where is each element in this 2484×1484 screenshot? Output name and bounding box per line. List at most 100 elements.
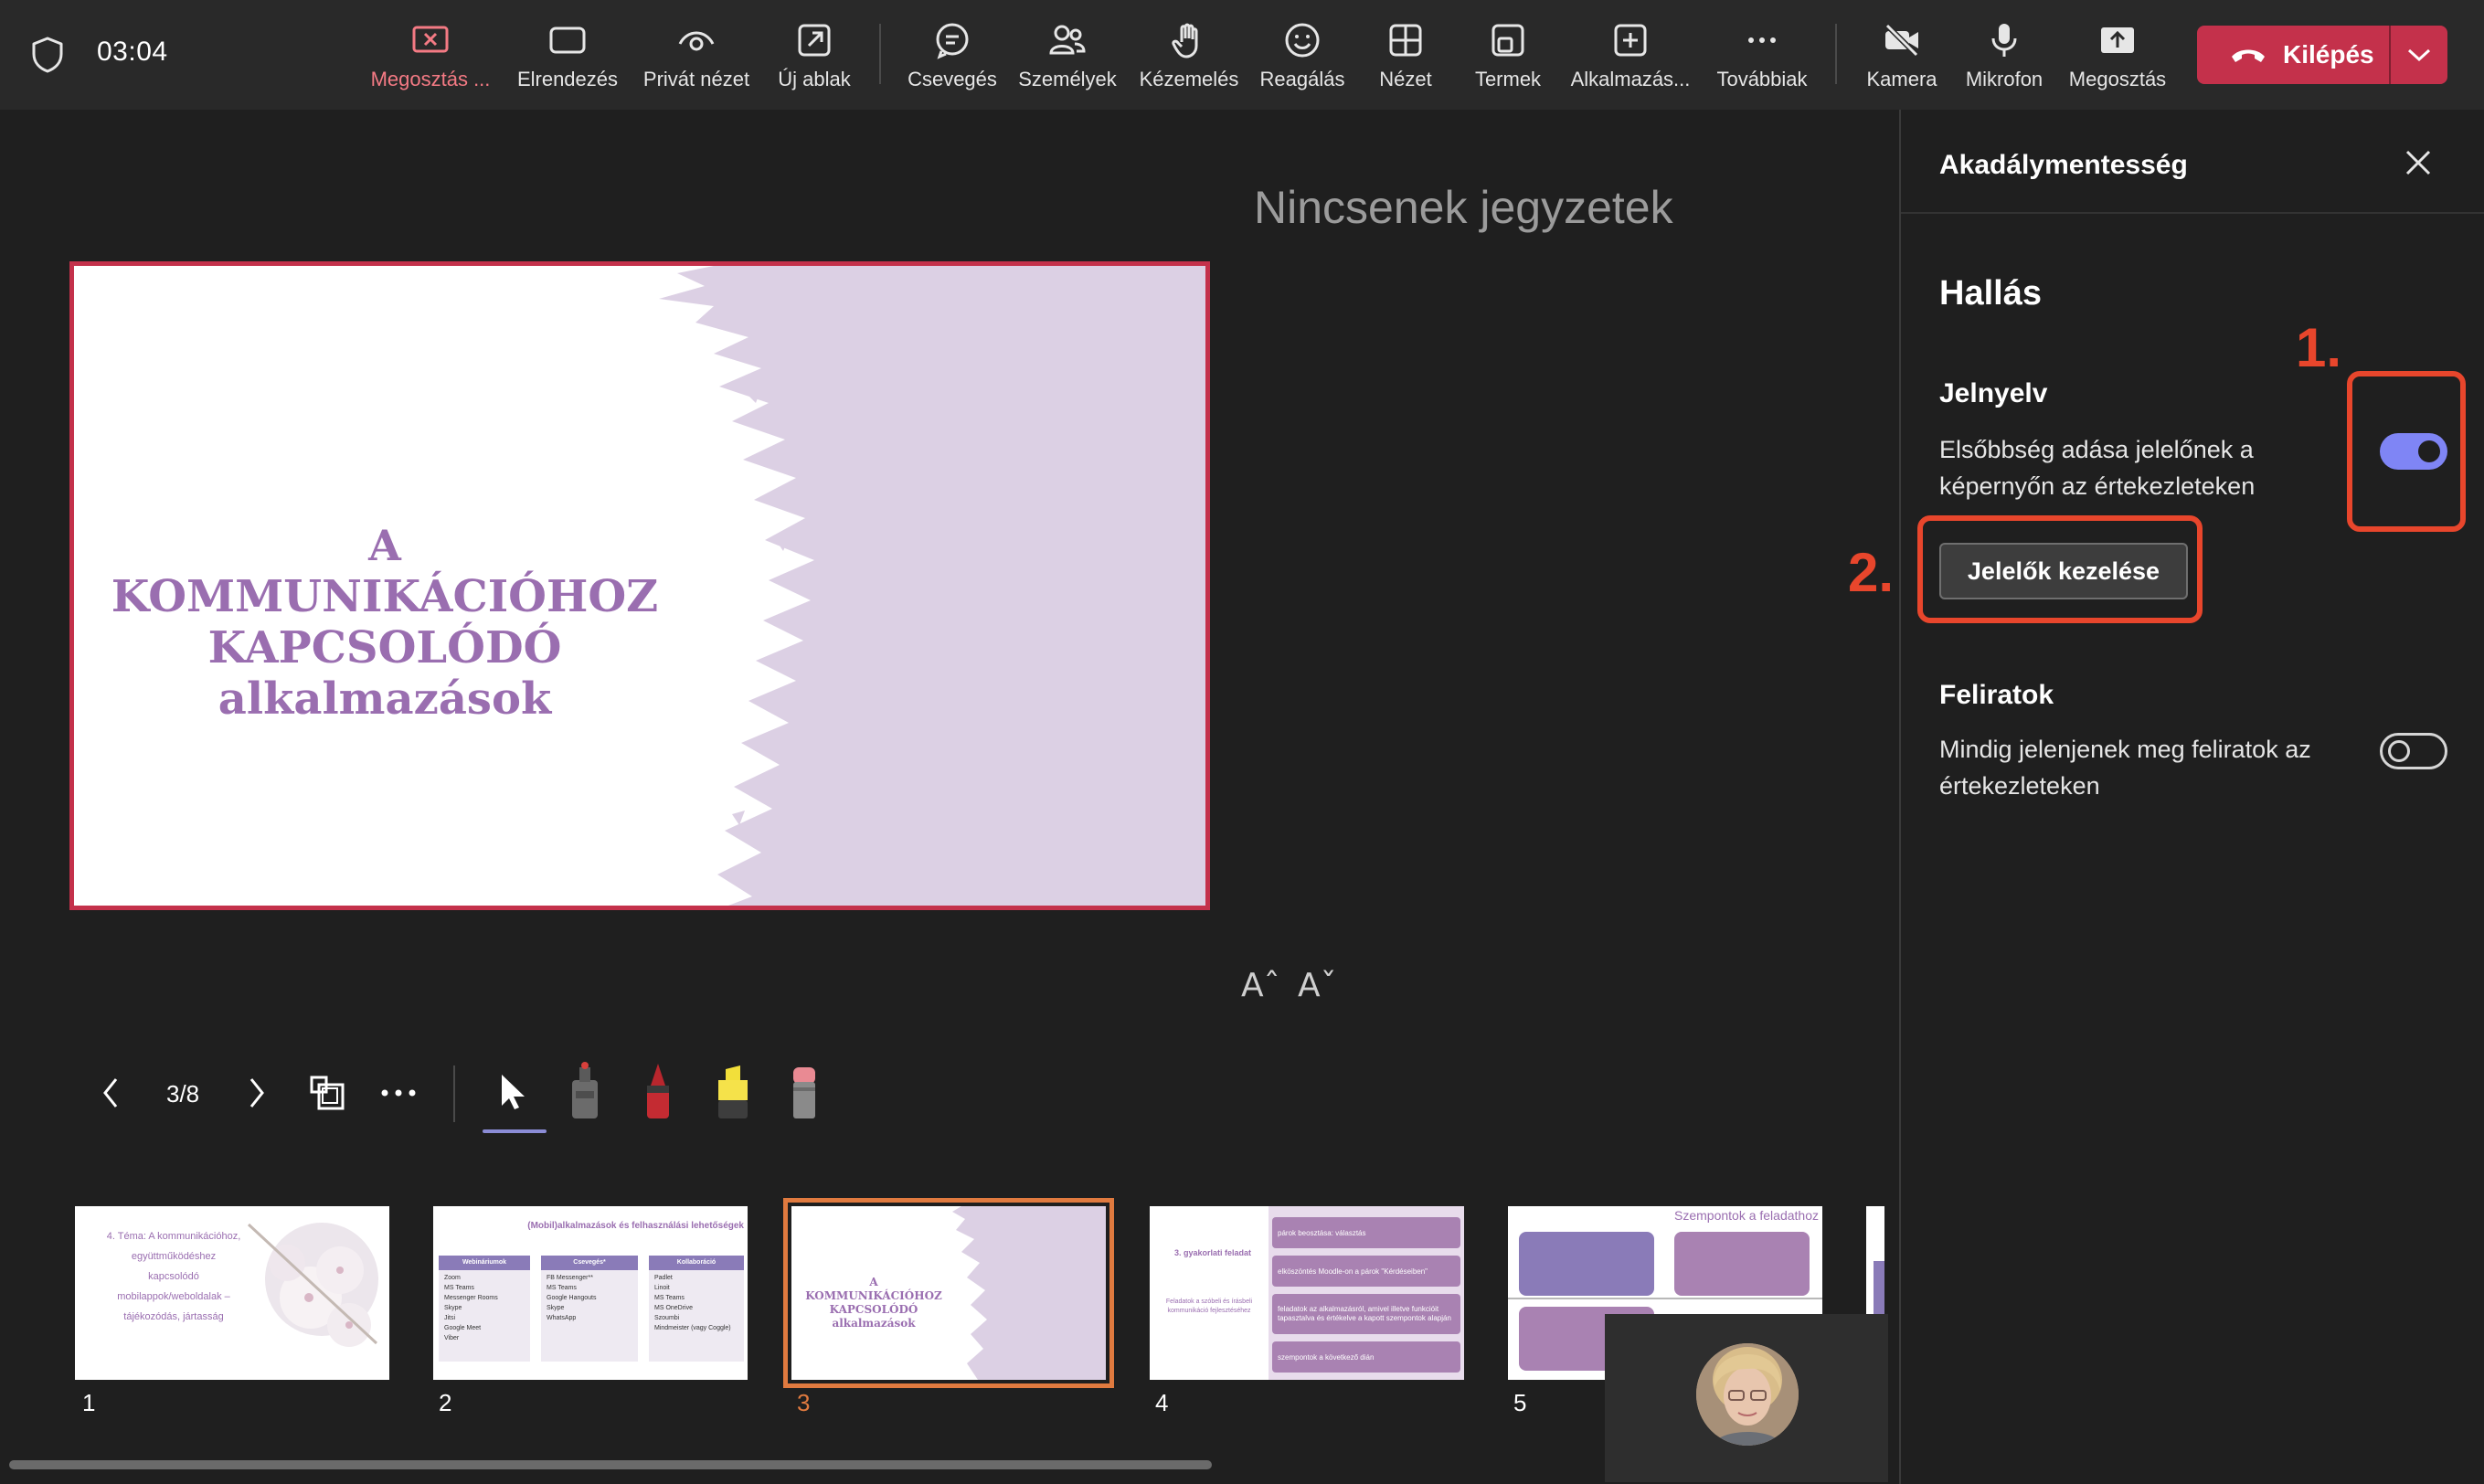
chat-button[interactable]: Csevegés (897, 0, 1007, 110)
camera-button[interactable]: Kamera (1853, 0, 1950, 110)
share-button[interactable]: Megosztás (2058, 0, 2177, 110)
share-icon (2101, 27, 2134, 53)
speaker-notes: Nincsenek jegyzetek (1254, 182, 1673, 233)
stop-sharing-button[interactable]: Megosztás ... (362, 0, 499, 110)
thumbnail-list-item: MS Teams (444, 1285, 474, 1291)
thumbnail-4-left (1150, 1206, 1269, 1380)
rooms-button[interactable]: Termek (1462, 0, 1554, 110)
thumbnail-list-item: WhatsApp (547, 1315, 577, 1321)
thumbnail-list-item: Skype (444, 1305, 462, 1311)
apps-label: Alkalmazás... (1570, 68, 1691, 90)
slide-thumbnail[interactable]: 4. Téma: A kommunikációhoz, együttműködé… (75, 1206, 389, 1380)
new-window-button[interactable]: Új ablak (764, 0, 865, 110)
thumbnail-text-line: alkalmazások (832, 1317, 916, 1330)
red-pen-button[interactable] (640, 1058, 676, 1122)
more-label: Továbbiak (1716, 68, 1808, 90)
more-options-button[interactable] (378, 1075, 419, 1111)
thumbnail-column: Webináriumok Zoom MS Teams Messenger Roo… (439, 1256, 530, 1362)
private-view-button[interactable]: Privát nézet (632, 0, 760, 110)
captions-toggle[interactable] (2380, 733, 2447, 769)
presenter-view: Nincsenek jegyzetek A KOMMUNIKÁCIÓHOZ KA… (0, 110, 1897, 1484)
microphone-icon (1991, 24, 2017, 57)
thumbnail-number: 2 (439, 1389, 452, 1416)
pointer-tool-button[interactable] (490, 1069, 536, 1115)
apps-button[interactable]: Alkalmazás... (1563, 0, 1698, 110)
previous-slide-button[interactable] (97, 1075, 124, 1111)
shield-icon (32, 37, 63, 73)
thumbnail-list-item: FB Messenger** (547, 1275, 593, 1281)
private-view-icon (678, 31, 715, 51)
meeting-timer: 03:04 (97, 37, 168, 67)
thumbnail-column-head: Csevegés* (541, 1256, 638, 1270)
stop-sharing-label: Megosztás ... (370, 68, 491, 90)
panel-header: Akadálymentesség (1901, 110, 2484, 214)
hang-up-icon (2232, 49, 2265, 62)
thumbnail-text-line: tájékozódás, jártasság (123, 1311, 224, 1322)
slide-title-line: alkalmazások (218, 673, 552, 725)
thumbnail-list-item: Mindmeister (vagy Coggle) (654, 1325, 731, 1331)
toolbar-divider (1835, 24, 1837, 84)
increase-font-button[interactable]: Aˆ (1241, 967, 1280, 1004)
thumbnail-3-text: A KOMMUNIKÁCIÓHOZ KAPCSOLÓDÓ alkalmazáso… (797, 1276, 950, 1330)
active-tool-indicator (483, 1129, 547, 1133)
meeting-toolbar: 03:04 Megosztás ... Elrendezés Privát né… (0, 0, 2484, 110)
thumbnail-column-head: Kollaboráció (649, 1256, 744, 1270)
sign-language-description: Elsőbbség adása jelelőnek a képernyőn az… (1939, 436, 2256, 500)
slide-thumbnail[interactable]: 3. gyakorlati feladat Feladatok a szóbel… (1150, 1206, 1464, 1380)
thumbnail-number: 4 (1155, 1389, 1169, 1416)
slide-thumbnail[interactable]: (Mobil)alkalmazások és felhasználási leh… (433, 1206, 748, 1380)
layout-label: Elrendezés (516, 68, 619, 90)
layout-button[interactable]: Elrendezés (508, 0, 627, 110)
rooms-label: Termek (1474, 68, 1542, 90)
slide-title-line: KOMMUNIKÁCIÓHOZ (111, 571, 659, 622)
thumbnail-number: 5 (1513, 1389, 1527, 1416)
slide-grid-button[interactable] (309, 1073, 345, 1113)
leave-button[interactable]: Kilépés (2197, 26, 2389, 84)
accessibility-panel: Akadálymentesség Hallás Jelnyelv Elsőbbs… (1899, 110, 2484, 1484)
raise-hand-button[interactable]: Kézemelés (1130, 0, 1248, 110)
next-slide-button[interactable] (243, 1075, 271, 1111)
close-panel-button[interactable] (2404, 148, 2433, 177)
slide-title: A KOMMUNIKÁCIÓHOZ KAPCSOLÓDÓ alkalmazáso… (111, 520, 659, 725)
react-icon (1285, 23, 1320, 58)
layout-icon (549, 26, 586, 54)
leave-options-button[interactable] (2391, 26, 2447, 84)
highlighter-button[interactable] (713, 1058, 753, 1122)
slide-thumbnail-selected[interactable]: A KOMMUNIKÁCIÓHOZ KAPCSOLÓDÓ alkalmazáso… (783, 1198, 1114, 1388)
thumbnail-list-item: Szoumbi (654, 1315, 680, 1321)
controls-divider (453, 1065, 455, 1122)
thumbnail-list-item: Zoom (444, 1275, 461, 1281)
thumbnail-number: 1 (82, 1389, 96, 1416)
people-label: Személyek (1018, 68, 1117, 90)
people-button[interactable]: Személyek (1013, 0, 1122, 110)
thumbnail-1-text: 4. Téma: A kommunikációhoz, együttműködé… (82, 1226, 265, 1327)
microphone-button[interactable]: Mikrofon (1956, 0, 2053, 110)
people-icon (1049, 25, 1086, 55)
laser-pointer-button[interactable] (567, 1058, 603, 1122)
chat-label: Csevegés (908, 68, 997, 90)
react-button[interactable]: Reagálás (1252, 0, 1353, 110)
more-button[interactable]: Továbbiak (1707, 0, 1817, 110)
thumbnail-list-item: Linoit (654, 1285, 670, 1291)
laser-pointer-icon (572, 1062, 598, 1118)
thumbnail-scrollbar[interactable] (9, 1460, 1212, 1469)
thumbnail-list-item: Google Hangouts (547, 1295, 597, 1301)
thumbnail-pill: párok beosztása: választás (1272, 1217, 1460, 1248)
teams-meeting-window: 03:04 Megosztás ... Elrendezés Privát né… (0, 0, 2484, 1484)
view-button[interactable]: Nézet (1360, 0, 1451, 110)
panel-title: Akadálymentesség (1939, 150, 2188, 180)
camera-off-icon (1884, 23, 1919, 58)
eraser-button[interactable] (786, 1058, 823, 1122)
raise-hand-label: Kézemelés (1139, 68, 1239, 90)
decrease-font-button[interactable]: Aˇ (1298, 967, 1337, 1004)
thumbnail-text-line: KOMMUNIKÁCIÓHOZ (805, 1289, 942, 1302)
thumbnail-text-line: kapcsolódó (148, 1271, 199, 1282)
thumbnail-column-head: Webináriumok (439, 1256, 530, 1270)
new-window-icon (798, 24, 831, 57)
thumbnail-4-note: Feladatok a szóbeli és írásbeli kommunik… (1165, 1298, 1253, 1314)
current-slide: A KOMMUNIKÁCIÓHOZ KAPCSOLÓDÓ alkalmazáso… (69, 261, 1210, 910)
thumbnail-2-heading: (Mobil)alkalmazások és felhasználási leh… (527, 1221, 744, 1231)
thumbnail-list-item: MS Teams (547, 1285, 577, 1291)
pen-icon (647, 1064, 669, 1118)
slide-grid-icon (310, 1076, 345, 1110)
